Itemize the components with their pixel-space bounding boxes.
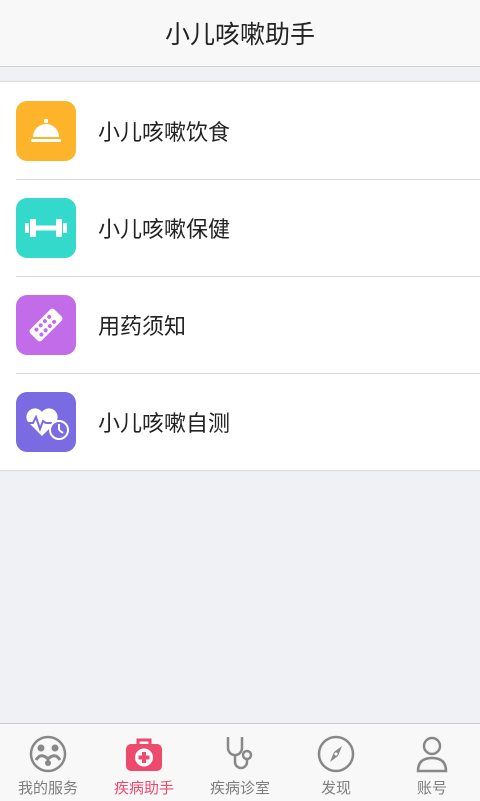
menu-item-cough-care[interactable]: 小儿咳嗽保健 <box>0 179 480 276</box>
stethoscope-icon <box>220 730 260 774</box>
tab-discover[interactable]: 发现 <box>288 724 384 801</box>
menu-item-label: 小儿咳嗽保健 <box>98 217 231 243</box>
heart-monitor-icon <box>16 391 76 452</box>
tab-my-services[interactable]: 我的服务 <box>0 724 96 801</box>
tab-clinic[interactable]: 疾病诊室 <box>192 724 288 801</box>
family-icon <box>28 730 68 774</box>
service-bell-icon <box>16 100 76 161</box>
tab-label: 账号 <box>416 779 447 797</box>
page-title: 小儿咳嗽助手 <box>164 20 315 49</box>
app-header: 小儿咳嗽助手 <box>0 0 480 67</box>
tab-label: 疾病助手 <box>113 779 174 797</box>
medical-kit-icon <box>124 730 164 774</box>
tab-account[interactable]: 账号 <box>384 724 480 801</box>
menu-item-label: 用药须知 <box>98 314 187 340</box>
menu-item-label: 小儿咳嗽自测 <box>98 411 231 437</box>
tab-disease-assistant[interactable]: 疾病助手 <box>96 724 192 801</box>
menu-item-cough-self-test[interactable]: 小儿咳嗽自测 <box>0 373 480 470</box>
compass-icon <box>316 730 356 774</box>
pill-strip-icon <box>16 294 76 355</box>
menu-item-label: 小儿咳嗽饮食 <box>98 120 231 146</box>
tab-label: 发现 <box>320 779 351 797</box>
menu-item-medication-notes[interactable]: 用药须知 <box>0 276 480 373</box>
tab-label: 我的服务 <box>17 779 78 797</box>
dumbbell-icon <box>16 197 76 258</box>
bottom-tab-bar: 我的服务 疾病助手 疾病诊室 发现 账号 <box>0 723 480 801</box>
user-icon <box>412 730 452 774</box>
menu-item-cough-diet[interactable]: 小儿咳嗽饮食 <box>0 82 480 179</box>
tab-label: 疾病诊室 <box>209 779 270 797</box>
menu-list: 小儿咳嗽饮食 小儿咳嗽保健 用药须知 小儿咳嗽自测 <box>0 81 480 471</box>
